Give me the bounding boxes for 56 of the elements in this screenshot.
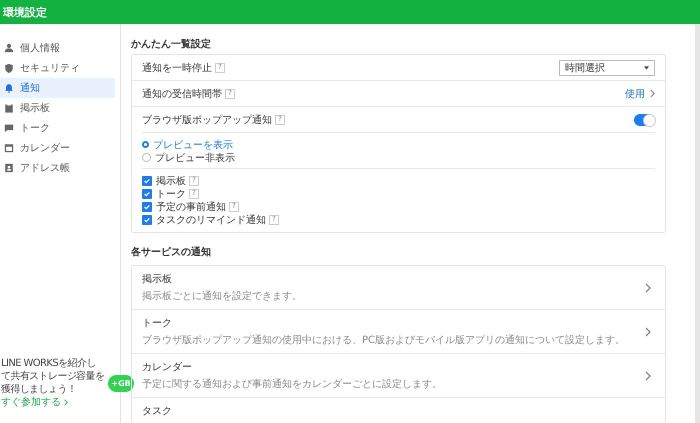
sidebar-item[interactable]: アドレス帳 xyxy=(0,158,115,178)
caret-icon xyxy=(644,66,649,70)
setting-link[interactable]: 使用 xyxy=(625,86,645,100)
checkbox[interactable] xyxy=(142,202,152,212)
sidebar-item[interactable]: 個人情報 xyxy=(0,38,115,58)
promo-text: 獲得しましょう！ xyxy=(1,383,78,396)
checkbox-label: 予定の事前通知 xyxy=(156,200,226,214)
setting-label: ブラウザ版ポップアップ通知 xyxy=(142,114,272,126)
checkbox-label: トーク xyxy=(156,188,186,200)
chat-bubble-icon xyxy=(4,123,14,133)
service-description: ブラウザ版ポップアップ通知の使用中における、PC版およびモバイル版アプリの通知について設定します。 xyxy=(142,334,626,347)
checkbox[interactable] xyxy=(142,188,152,198)
radio-button[interactable] xyxy=(142,153,151,162)
service-title: カレンダー xyxy=(142,361,193,374)
chevron-right-icon xyxy=(645,326,651,336)
person-icon xyxy=(4,43,14,53)
service-row[interactable]: カレンダー 予定に関する通知および事前通知をカレンダーごとに設定します。 xyxy=(132,354,665,398)
chevron-right-icon xyxy=(645,370,651,380)
service-description: 予定に関する通知および事前通知をカレンダーごとに設定します。 xyxy=(142,378,442,391)
setting-label: 通知を一時停止 xyxy=(142,62,212,74)
sidebar-item[interactable]: カレンダー xyxy=(0,138,115,158)
sidebar-item[interactable]: 掲示板 xyxy=(0,98,115,118)
chevron-right-icon xyxy=(650,89,655,98)
radio-label: プレビュー非表示 xyxy=(155,152,235,164)
service-row[interactable]: トーク ブラウザ版ポップアップ通知の使用中における、PC版およびモバイル版アプリの通知について設定します。 xyxy=(132,310,665,354)
chevron-right-icon xyxy=(64,399,68,406)
toggle-switch[interactable] xyxy=(634,114,655,126)
time-select-dropdown[interactable]: 時間選択 xyxy=(559,60,655,76)
contact-card-icon xyxy=(4,163,14,173)
radio-button[interactable] xyxy=(142,141,149,148)
clipboard-icon xyxy=(4,103,14,113)
chevron-right-icon xyxy=(645,282,651,292)
service-title: タスク xyxy=(142,405,172,418)
checkbox-label: タスクのリマインド通知 xyxy=(156,214,266,226)
checkbox-label: 掲示板 xyxy=(156,174,186,188)
service-title: トーク xyxy=(142,317,173,330)
checkbox[interactable] xyxy=(142,176,152,186)
bell-icon xyxy=(4,83,14,93)
service-description: 掲示板ごとに通知を設定できます。 xyxy=(142,290,302,303)
setting-label: 通知の受信時間帯 xyxy=(142,88,222,100)
window-title: 環境設定 xyxy=(3,4,47,20)
calendar-icon xyxy=(4,143,14,153)
sidebar-item[interactable]: トーク xyxy=(0,118,115,138)
checkbox[interactable] xyxy=(142,214,152,224)
promo-text: LINE WORKSを紹介し xyxy=(1,357,97,370)
shield-icon xyxy=(4,63,14,73)
service-row[interactable]: 掲示板 掲示板ごとに通知を設定できます。 xyxy=(132,266,665,310)
service-title: 掲示板 xyxy=(142,272,173,286)
promo-text: て共有ストレージ容量を xyxy=(1,370,104,383)
section-title: かんたん一覧設定 xyxy=(131,37,212,52)
cloud-badge: +GB xyxy=(108,374,134,392)
sidebar-item[interactable]: セキュリティ xyxy=(0,58,115,78)
radio-label: プレビューを表示 xyxy=(153,138,233,152)
sidebar-item[interactable]: 通知 xyxy=(0,78,115,98)
section-title: 各サービスの通知 xyxy=(131,246,212,260)
service-row[interactable]: タスク xyxy=(132,398,665,423)
